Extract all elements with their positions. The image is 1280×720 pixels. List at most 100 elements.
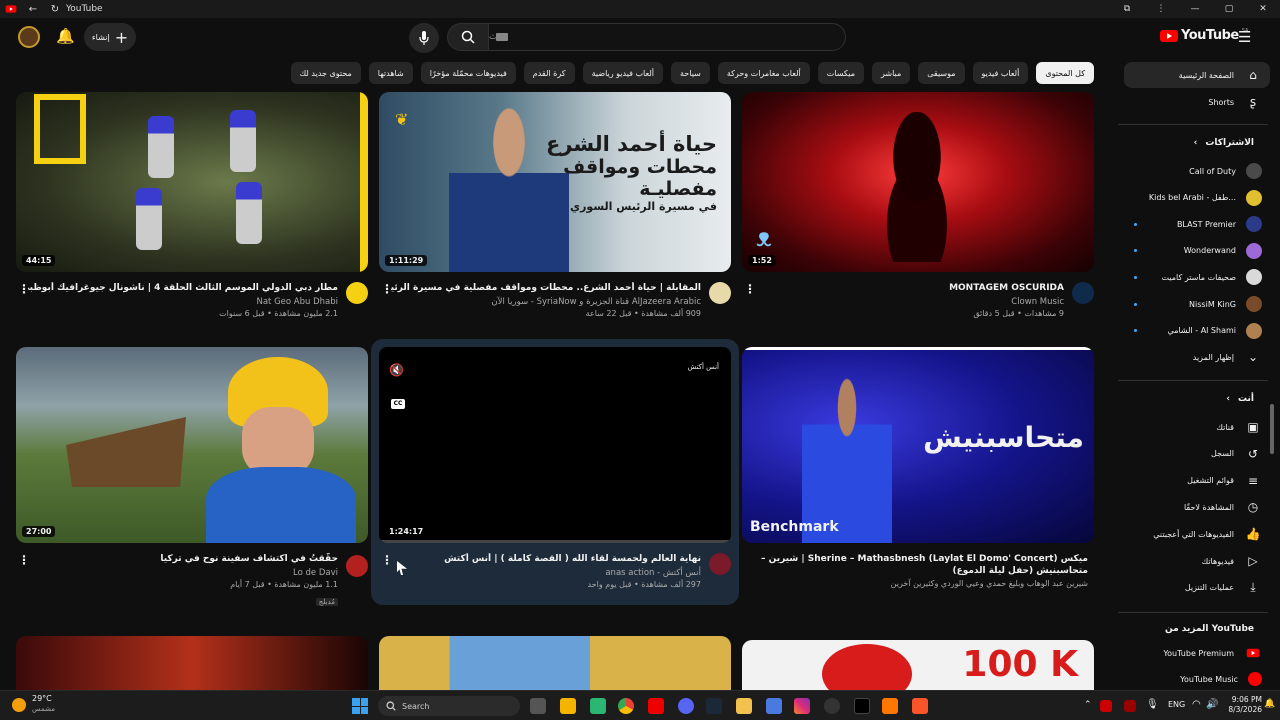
chip-filter[interactable]: ألعاب فيديو رياضية: [582, 62, 664, 84]
video-thumbnail[interactable]: 27:00: [16, 347, 368, 543]
sidebar-item-subscription[interactable]: Call of Duty: [1124, 158, 1270, 184]
video-title[interactable]: MONTAGEM OSCURIDA: [754, 282, 1064, 294]
sidebar-item-shorts[interactable]: Shorts ʂ: [1124, 89, 1270, 115]
more-actions-icon[interactable]: ⋮: [381, 553, 393, 567]
weather-icon[interactable]: [12, 698, 26, 712]
video-thumbnail[interactable]: ᴥ 1:52: [742, 92, 1094, 272]
chrome-icon[interactable]: [618, 698, 634, 714]
video-thumbnail[interactable]: [379, 636, 731, 690]
sidebar-scrollbar[interactable]: [1270, 404, 1274, 454]
more-actions-icon[interactable]: ⋮: [18, 553, 30, 567]
video-thumbnail[interactable]: متحاسبنيش Benchmark: [742, 347, 1094, 543]
youtube-taskbar-icon[interactable]: [648, 698, 664, 714]
voice-search-button[interactable]: [409, 23, 439, 53]
chip-filter[interactable]: ميكسات: [817, 62, 864, 84]
sidebar-item-youtube-music[interactable]: YouTube Music: [1124, 666, 1270, 692]
windows-start-icon[interactable]: [352, 698, 368, 714]
channel-name[interactable]: AlJazeera Arabic قناة الجزيرة و SyriaNow…: [391, 297, 701, 307]
notifications-icon[interactable]: 🔔: [56, 27, 75, 45]
search-button[interactable]: [447, 23, 489, 51]
clock[interactable]: 9:06 PM 8/3/2026: [1218, 695, 1262, 715]
video-thumbnail[interactable]: 44:15: [16, 92, 368, 272]
channel-name[interactable]: Lo de Davi: [28, 568, 338, 578]
channel-name[interactable]: Clown Music: [754, 297, 1064, 307]
more-actions-icon[interactable]: ⋮: [381, 282, 393, 296]
account-avatar[interactable]: [18, 26, 40, 48]
soundcloud-icon[interactable]: [882, 698, 898, 714]
chip-filter[interactable]: ألعاب فيديو: [972, 62, 1029, 84]
video-title[interactable]: ميكس Sherine – Mathasbnesh (Laylat El Do…: [758, 553, 1088, 577]
mute-icon[interactable]: 🔇: [389, 363, 404, 377]
brave-icon[interactable]: [912, 698, 928, 714]
folder-icon[interactable]: [736, 698, 752, 714]
language-indicator[interactable]: ENG: [1168, 700, 1185, 709]
microphone-tray-icon[interactable]: 🎙: [1146, 699, 1159, 710]
channel-avatar[interactable]: [346, 555, 368, 577]
chip-filter[interactable]: مباشر: [871, 62, 911, 84]
steam-icon[interactable]: [706, 698, 722, 714]
keyboard-icon[interactable]: [496, 33, 508, 41]
chip-filter[interactable]: كرة القدم: [523, 62, 575, 84]
more-actions-icon[interactable]: ⋮: [18, 282, 30, 296]
youtube-logo[interactable]: YouTube SA: [1160, 28, 1248, 43]
search-input[interactable]: بحث: [488, 23, 846, 51]
video-thumbnail[interactable]: حياة أحمد الشرع محطات ومواقف مفصليـة في …: [379, 92, 731, 272]
sidebar-item-you[interactable]: قناتك ▣: [1124, 414, 1270, 440]
you-heading[interactable]: ‹ أنت: [1226, 394, 1254, 404]
sidebar-item-subscription[interactable]: BLAST Premier: [1124, 211, 1270, 237]
sidebar-item-you[interactable]: المشاهدة لاحقًا ◷: [1124, 494, 1270, 520]
refresh-icon[interactable]: ↻: [44, 4, 66, 15]
volume-icon[interactable]: 🔊: [1206, 699, 1218, 710]
chip-filter[interactable]: فيديوهات محمّلة مؤخرًا: [420, 62, 516, 84]
chip-filter[interactable]: محتوى جديد لك: [290, 62, 361, 84]
sidebar-item-subscription[interactable]: صحيفات ماستر كاميت: [1124, 264, 1270, 290]
channel-avatar[interactable]: [346, 282, 368, 304]
video-card-hovered[interactable]: 🔇 CC أنس أكتش 1:24:17 نهاية العالم ولحمس…: [371, 339, 739, 605]
video-thumbnail[interactable]: 😍 100 K: [742, 640, 1094, 690]
chip-filter[interactable]: سياحة: [671, 62, 710, 84]
weather-widget[interactable]: 29°C مشمس: [32, 694, 55, 714]
channel-avatar[interactable]: [709, 553, 731, 575]
video-title[interactable]: المقابلة | حياة أحمد الشرع.. محطات ومواق…: [391, 282, 701, 294]
tray-app-icon[interactable]: [1100, 700, 1112, 712]
sidebar-item-you[interactable]: فيديوهاتك ▷: [1124, 548, 1270, 574]
sidebar-item-you[interactable]: قوائم التشغيل ≡: [1124, 468, 1270, 494]
sidebar-item-you[interactable]: عمليات التنزيل ⤓: [1124, 575, 1270, 601]
chip-filter[interactable]: موسيقى: [918, 62, 965, 84]
inline-player[interactable]: 🔇 CC أنس أكتش 1:24:17: [379, 347, 731, 543]
minimize-button[interactable]: —: [1178, 4, 1212, 14]
sidebar-show-more[interactable]: إظهار المزيد ⌄: [1124, 344, 1270, 370]
instagram-icon[interactable]: [794, 698, 810, 714]
channel-name[interactable]: Nat Geo Abu Dhabi: [28, 297, 338, 307]
subscriptions-heading[interactable]: ‹ الاشتراكات: [1194, 138, 1254, 148]
sidebar-item-subscription[interactable]: الشامي - Al Shami: [1124, 318, 1270, 344]
video-title[interactable]: نهاية العالم ولحمسة لقاء الله ( القصة كا…: [401, 553, 701, 565]
sidebar-item-subscription[interactable]: Kids bel Arabi - طفل...: [1124, 185, 1270, 211]
back-icon[interactable]: ←: [22, 4, 44, 15]
close-button[interactable]: ✕: [1246, 4, 1280, 14]
sidebar-item-you[interactable]: السجل ↺: [1124, 441, 1270, 467]
progress-bar[interactable]: [379, 540, 731, 543]
channel-name[interactable]: شيرين عبد الوهاب وبليغ حمدي وعيي الوردي …: [758, 579, 1088, 588]
chip-filter[interactable]: كل المحتوى: [1036, 62, 1094, 84]
sidebar-item-subscription[interactable]: Wonderwand: [1124, 238, 1270, 264]
tray-app-icon[interactable]: [1124, 700, 1136, 712]
channel-name[interactable]: أنس أكتش - anas action: [401, 568, 701, 578]
maximize-button[interactable]: ▢: [1212, 4, 1246, 14]
captions-icon[interactable]: CC: [391, 399, 405, 409]
file-manager-icon[interactable]: [560, 698, 576, 714]
sidebar-item-home[interactable]: الصفحة الرئيسية ⌂: [1124, 62, 1270, 88]
chip-filter[interactable]: ألعاب مغامرات وحركة: [717, 62, 810, 84]
wifi-icon[interactable]: ◠: [1192, 699, 1201, 710]
guide-menu-icon[interactable]: ☰: [1238, 28, 1251, 46]
chip-filter[interactable]: شاهدتها: [368, 62, 413, 84]
app-icon[interactable]: [590, 698, 606, 714]
more-actions-icon[interactable]: ⋮: [744, 282, 756, 296]
channel-avatar[interactable]: [709, 282, 731, 304]
tiktok-icon[interactable]: [854, 698, 870, 714]
sidebar-item-subscription[interactable]: NissiM KinG: [1124, 291, 1270, 317]
create-button[interactable]: إنشاء +: [84, 23, 136, 51]
discord-icon[interactable]: [678, 698, 694, 714]
menu-dots-icon[interactable]: ⋮: [1144, 4, 1178, 14]
taskbar-search[interactable]: Search: [378, 696, 520, 716]
